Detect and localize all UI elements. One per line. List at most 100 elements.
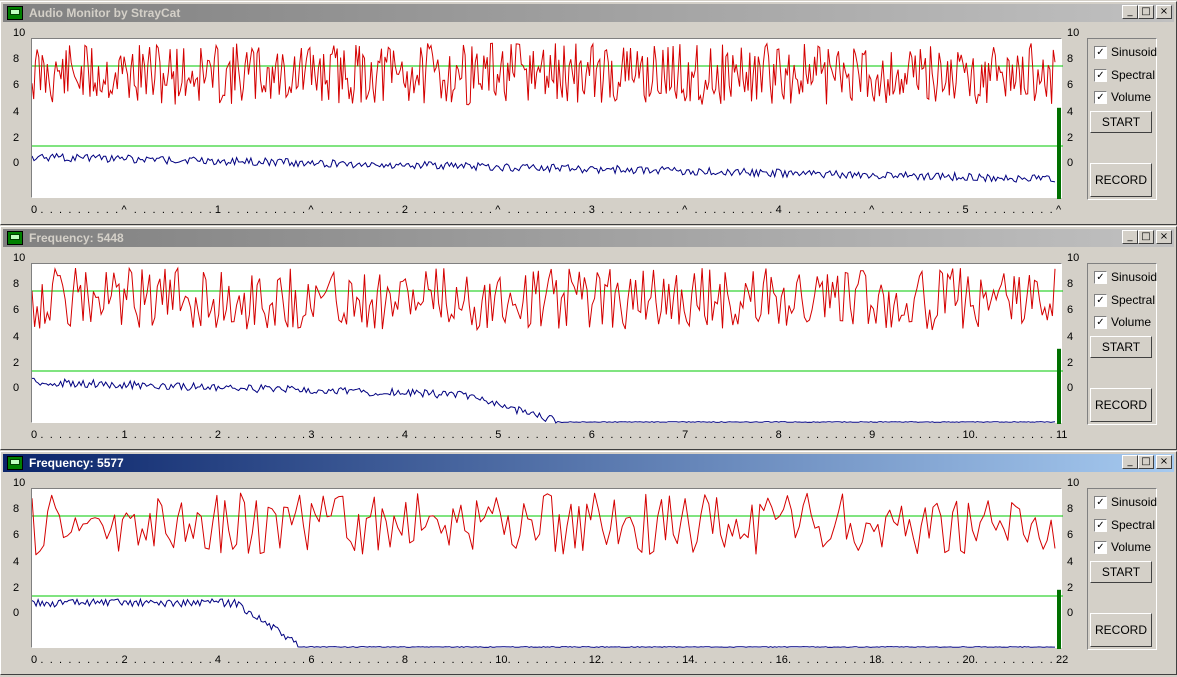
x-minor-tick: .	[862, 429, 866, 441]
y-tick-label-left: 10	[13, 27, 26, 39]
y-tick-label-left: 0	[13, 382, 20, 394]
x-tick-label: 4	[775, 204, 782, 216]
x-minor-tick: .	[806, 654, 810, 666]
x-axis-labels: 0......... ^......... 1......... ^.........…	[31, 204, 1071, 218]
x-minor-tick: .	[171, 429, 175, 441]
window-title: Frequency: 5448	[29, 231, 124, 245]
x-minor-tick: .	[227, 429, 231, 441]
audio-monitor-window: Frequency: 5448 _ □ × 0......... 1.......…	[0, 226, 1177, 450]
minimize-button[interactable]: _	[1122, 230, 1138, 244]
volume-checkbox[interactable]: ✓ Volume	[1094, 315, 1151, 329]
x-minor-tick: .	[1002, 429, 1006, 441]
monitor-icon[interactable]	[7, 6, 23, 20]
y-tick-label-left: 2	[13, 132, 20, 144]
x-minor-tick: .	[302, 429, 306, 441]
x-minor-tick: .	[806, 204, 810, 216]
x-minor-tick: .	[358, 654, 362, 666]
x-minor-tick: .	[161, 204, 165, 216]
y-tick-label-right: 4	[1067, 331, 1074, 343]
title-bar[interactable]: Audio Monitor by StrayCat _ □ ×	[3, 4, 1174, 22]
title-bar[interactable]: Frequency: 5577 _ □ ×	[3, 454, 1174, 472]
x-minor-tick: .	[180, 654, 184, 666]
close-button[interactable]: ×	[1156, 230, 1172, 244]
volume-checkbox[interactable]: ✓ Volume	[1094, 540, 1151, 554]
start-button[interactable]: START	[1090, 561, 1152, 583]
maximize-button[interactable]: □	[1138, 455, 1154, 469]
check-icon: ✓	[1094, 68, 1107, 82]
x-tick-label: 2	[214, 429, 222, 441]
x-tick-label: 20	[962, 654, 975, 666]
close-button[interactable]: ×	[1156, 5, 1172, 19]
volume-checkbox[interactable]: ✓ Volume	[1094, 90, 1151, 104]
x-minor-tick: .	[1049, 204, 1053, 216]
x-minor-tick: .	[479, 429, 483, 441]
start-button[interactable]: START	[1090, 111, 1152, 133]
x-minor-tick: .	[115, 654, 119, 666]
maximize-button[interactable]: □	[1138, 5, 1154, 19]
close-button[interactable]: ×	[1156, 455, 1172, 469]
x-minor-tick: .	[759, 204, 763, 216]
x-minor-tick: .	[264, 654, 268, 666]
x-minor-tick: .	[432, 654, 436, 666]
x-minor-tick: .	[395, 204, 399, 216]
x-minor-tick: .	[105, 654, 109, 666]
x-tick-label: 7	[682, 429, 689, 441]
x-minor-tick: .	[563, 429, 567, 441]
x-minor-tick: .	[647, 654, 651, 666]
x-minor-tick: .	[675, 429, 679, 441]
x-minor-tick: .	[853, 429, 857, 441]
y-tick-label-left: 0	[13, 157, 20, 169]
x-minor-tick: .	[470, 429, 474, 441]
x-minor-tick: .	[675, 204, 679, 216]
x-minor-tick: .	[881, 654, 885, 666]
x-tick-label: 2	[401, 204, 408, 216]
spectral-checkbox[interactable]: ✓ Spectral	[1094, 518, 1155, 532]
x-minor-tick: .	[423, 204, 427, 216]
x-minor-tick: .	[582, 204, 586, 216]
sinusoid-label: Sinusoid	[1111, 270, 1158, 284]
x-minor-tick: .	[984, 204, 988, 216]
x-minor-tick: .	[918, 654, 922, 666]
minimize-button[interactable]: _	[1122, 455, 1138, 469]
x-minor-tick: .	[423, 654, 427, 666]
spectral-label: Spectral	[1111, 293, 1156, 307]
y-tick-label-right: 2	[1067, 357, 1074, 369]
x-minor-tick: .	[713, 429, 717, 441]
x-minor-tick: .	[675, 654, 679, 666]
start-button[interactable]: START	[1090, 336, 1152, 358]
record-button[interactable]: RECORD	[1090, 163, 1152, 197]
sinusoid-checkbox[interactable]: ✓ Sinusoid	[1094, 270, 1157, 284]
y-tick-label-left: 8	[13, 53, 20, 65]
spectral-checkbox[interactable]: ✓ Spectral	[1094, 68, 1155, 82]
x-minor-tick: .	[928, 654, 932, 666]
x-minor-tick: .	[881, 204, 885, 216]
x-minor-tick: .	[825, 429, 829, 441]
x-minor-tick: .	[610, 204, 614, 216]
x-minor-tick: .	[507, 654, 511, 666]
x-minor-tick: .	[638, 429, 642, 441]
x-minor-tick: .	[133, 429, 137, 441]
x-minor-tick: .	[545, 654, 549, 666]
x-minor-tick: .	[376, 654, 380, 666]
x-minor-tick: .	[946, 429, 950, 441]
x-tick-label: 11	[1056, 429, 1068, 441]
maximize-button[interactable]: □	[1138, 230, 1154, 244]
x-tick-label: 6	[308, 654, 315, 666]
x-minor-tick: .	[59, 429, 63, 441]
record-button[interactable]: RECORD	[1090, 388, 1152, 422]
spectral-checkbox[interactable]: ✓ Spectral	[1094, 293, 1155, 307]
x-minor-tick: .	[545, 204, 549, 216]
x-minor-tick: .	[283, 204, 287, 216]
sinusoid-checkbox[interactable]: ✓ Sinusoid	[1094, 45, 1157, 59]
x-minor-tick: .	[582, 429, 586, 441]
monitor-icon[interactable]	[7, 456, 23, 470]
x-minor-tick: .	[479, 654, 483, 666]
minimize-button[interactable]: _	[1122, 5, 1138, 19]
sinusoid-label: Sinusoid	[1111, 45, 1158, 59]
monitor-icon[interactable]	[7, 231, 23, 245]
record-button[interactable]: RECORD	[1090, 613, 1152, 647]
x-minor-tick: .	[619, 204, 623, 216]
title-bar[interactable]: Frequency: 5448 _ □ ×	[3, 229, 1174, 247]
sinusoid-checkbox[interactable]: ✓ Sinusoid	[1094, 495, 1157, 509]
x-minor-tick: .	[432, 429, 436, 441]
